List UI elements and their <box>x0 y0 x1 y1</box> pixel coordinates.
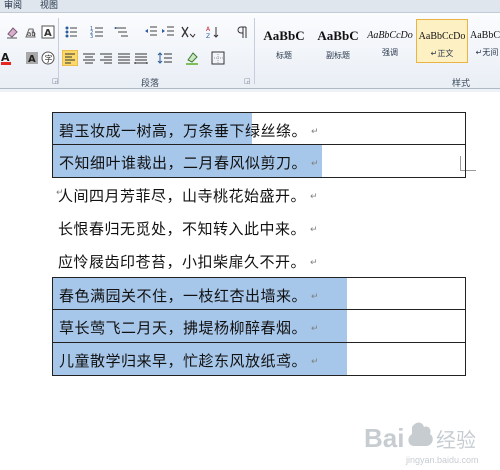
svg-text:A: A <box>206 26 211 33</box>
watermark-url: jingyan.baidu.com <box>405 455 479 465</box>
chinese-layout-icon[interactable] <box>180 24 196 40</box>
svg-text:经验: 经验 <box>436 428 476 452</box>
style-normal[interactable]: AaBbCcDo ↵正文 <box>416 19 468 63</box>
paragraph-group-label: 段落 <box>141 79 160 89</box>
paragraph-mark: ↵ <box>310 257 319 268</box>
increase-indent-icon[interactable] <box>160 24 176 40</box>
svg-text:Bai: Bai <box>364 423 404 453</box>
poem-line[interactable]: 草长莺飞二月天，拂堤杨柳醉春烟。 ↵ <box>52 310 466 343</box>
style-name: 标题 <box>276 51 292 60</box>
show-marks-icon[interactable] <box>234 24 250 40</box>
poem-line[interactable]: 人间四月芳菲尽，山寺桃花始盛开。 ↵ <box>52 178 466 211</box>
style-sample: AaBbC <box>317 28 359 43</box>
style-name-text: 正文 <box>437 49 454 58</box>
style-sample: AaBbCcDo <box>418 31 466 42</box>
style-name: 副标题 <box>326 51 350 60</box>
poem-line[interactable]: 儿童散学归来早，忙趁东风放纸鸢。 ↵ <box>52 343 466 376</box>
poem-line-text: 春色满园关不住，一枝红杏出墙来。 ↵ <box>59 287 320 305</box>
poem-line[interactable]: 春色满园关不住，一枝红杏出墙来。 ↵ <box>52 277 466 310</box>
style-subtitle[interactable]: AaBbC 副标题 <box>312 19 364 63</box>
svg-text:字: 字 <box>45 54 53 64</box>
sort-icon[interactable]: AZ <box>205 24 221 40</box>
tab-view[interactable]: 视图 <box>40 0 58 12</box>
style-sample: AaBbCcDo <box>367 30 413 41</box>
numbering-icon[interactable]: 123 <box>90 24 106 40</box>
paragraph-mark: ↵ <box>311 158 320 169</box>
eraser-icon[interactable] <box>4 24 20 40</box>
distributed-icon[interactable] <box>133 50 149 66</box>
char-border-icon[interactable]: A <box>40 24 56 40</box>
style-sample: AaBbC <box>263 28 305 43</box>
align-center-icon[interactable] <box>81 50 97 66</box>
styles-group-label: 样式 <box>452 79 471 89</box>
poem-line-text: 应怜屐齿印苍苔，小扣柴扉久不开。 ↵ <box>58 253 319 271</box>
paragraph-dialog-launcher-icon[interactable]: ◲ <box>244 77 252 85</box>
paragraph-mark: ↵ <box>311 356 320 367</box>
multilevel-list-icon[interactable] <box>114 24 130 40</box>
poem-line[interactable]: 应怜屐齿印苍苔，小扣柴扉久不开。 ↵ <box>52 244 466 277</box>
char-shading-icon[interactable]: A <box>24 50 40 66</box>
font-dialog-launcher-icon[interactable]: ◲ <box>52 77 60 85</box>
borders-icon[interactable] <box>210 50 226 66</box>
paragraph-mark: ↵ <box>311 323 320 334</box>
bullets-icon[interactable] <box>64 24 80 40</box>
poem-line-text: 长恨春归无觅处，不知转入此中来。 ↵ <box>58 220 319 238</box>
style-emphasis[interactable]: AaBbCcDo 强调 <box>364 19 416 63</box>
style-name-text: 无间 <box>482 48 499 57</box>
group-separator <box>254 18 255 84</box>
paragraph-mark: ↵ <box>311 291 320 302</box>
poem-line-text: 人间四月芳菲尽，山寺桃花始盛开。 ↵ <box>58 187 319 205</box>
poem-line-text: 不知细叶谁裁出，二月春风似剪刀。 ↵ <box>59 154 320 172</box>
ribbon-tab-bar: 审阅 视图 <box>0 0 500 13</box>
shading-icon[interactable] <box>185 50 201 66</box>
line-spacing-icon[interactable] <box>157 50 173 66</box>
poem-line-text: 儿童散学归来早，忙趁东风放纸鸢。 ↵ <box>59 352 320 370</box>
svg-text:3: 3 <box>90 34 93 39</box>
paragraph-mark: ↵ <box>310 224 319 235</box>
enclose-char-icon[interactable]: 字 <box>40 50 56 66</box>
style-name: ↵正文 <box>430 49 454 58</box>
poem-line-text: 碧玉妆成一树高，万条垂下绿丝绦。 ↵ <box>59 122 320 140</box>
tab-review[interactable]: 审阅 <box>4 0 22 12</box>
svg-text:ab: ab <box>27 30 36 38</box>
paragraph-mark: ↵ <box>310 191 319 202</box>
svg-text:Z: Z <box>206 33 210 39</box>
group-separator <box>58 18 59 84</box>
decrease-indent-icon[interactable] <box>143 24 159 40</box>
svg-text:A: A <box>44 28 52 39</box>
style-no-spacing[interactable]: AaBbCcD ↵无间 <box>470 19 500 63</box>
font-color-icon[interactable]: A <box>0 50 16 66</box>
poem-line[interactable]: 不知细叶谁裁出，二月春风似剪刀。 ↵ <box>52 145 466 178</box>
baidu-jingyan-watermark: Bai 经验 jingyan.baidu.com <box>362 413 500 467</box>
poem-line[interactable]: 长恨春归无觅处，不知转入此中来。 ↵ <box>52 211 466 244</box>
style-title[interactable]: AaBbC 标题 <box>258 19 310 63</box>
poem-line[interactable]: 碧玉妆成一树高，万条垂下绿丝绦。 ↵ <box>52 112 466 145</box>
align-right-icon[interactable] <box>98 50 114 66</box>
style-name: ↵无间 <box>475 48 499 57</box>
paragraph-mark: ↵ <box>311 126 320 137</box>
style-name: 强调 <box>382 48 398 57</box>
justify-icon[interactable] <box>116 50 132 66</box>
ribbon: 审阅 视图 ab A A A 字 123 AZ 段落 ◲ ◲ AaBbC 标题 … <box>0 0 500 92</box>
highlight-icon[interactable]: ab <box>22 24 38 40</box>
styles-gallery: AaBbC 标题 AaBbC 副标题 AaBbCcDo 强调 AaBbCcDo … <box>258 19 500 65</box>
poem-line-text: 草长莺飞二月天，拂堤杨柳醉春烟。 ↵ <box>59 319 320 337</box>
svg-text:A: A <box>28 54 36 65</box>
align-left-icon[interactable] <box>62 50 78 66</box>
style-sample: AaBbCcD <box>470 30 500 41</box>
